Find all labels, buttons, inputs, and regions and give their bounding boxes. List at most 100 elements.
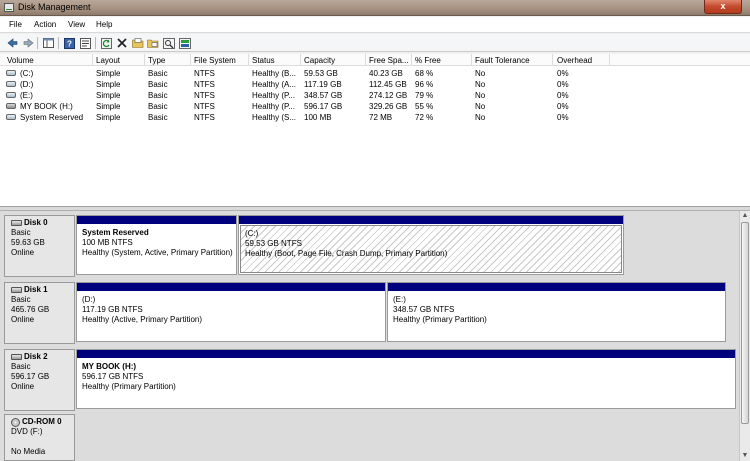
column-divider[interactable] xyxy=(609,54,610,66)
column-divider[interactable] xyxy=(411,54,412,66)
column-divider[interactable] xyxy=(92,54,93,66)
disk-name: CD-ROM 0 xyxy=(22,417,62,426)
column-divider[interactable] xyxy=(248,54,249,66)
column-divider[interactable] xyxy=(300,54,301,66)
partition-name: (E:) xyxy=(393,295,406,304)
back-arrow-icon[interactable] xyxy=(6,37,18,49)
disk-layout-pane: Disk 0 Basic 59.63 GB Online System Rese… xyxy=(0,211,750,461)
refresh-icon[interactable] xyxy=(100,37,112,49)
menu-view[interactable]: View xyxy=(68,20,85,29)
forward-arrow-icon[interactable] xyxy=(22,37,34,49)
partition-h[interactable]: MY BOOK (H:) 596.17 GB NTFS Healthy (Pri… xyxy=(76,349,736,409)
partition-name: (C:) xyxy=(245,229,259,238)
column-divider[interactable] xyxy=(144,54,145,66)
properties-icon[interactable] xyxy=(79,37,91,49)
cell-fault-tolerance: No xyxy=(475,69,486,78)
partition-header-bar xyxy=(77,216,236,224)
table-row[interactable]: System Reserved Simple Basic NTFS Health… xyxy=(0,112,750,123)
disk-status: Online xyxy=(11,315,35,324)
cell-file-system: NTFS xyxy=(194,91,215,100)
cell-type: Basic xyxy=(148,113,168,122)
delete-icon[interactable] xyxy=(116,37,128,49)
disk-1-row: Disk 1 Basic 465.76 GB Online (D:) 117.1… xyxy=(4,282,750,344)
cdrom-0-label[interactable]: CD-ROM 0 DVD (F:) No Media xyxy=(4,414,75,461)
disk-1-label[interactable]: Disk 1 Basic 465.76 GB Online xyxy=(4,282,75,344)
column-divider[interactable] xyxy=(471,54,472,66)
disk-0-label[interactable]: Disk 0 Basic 59.63 GB Online xyxy=(4,215,75,277)
scroll-thumb[interactable] xyxy=(741,222,749,424)
menu-file[interactable]: File xyxy=(9,20,22,29)
table-row[interactable]: (C:) Simple Basic NTFS Healthy (B... 59.… xyxy=(0,68,750,79)
partition-c[interactable]: (C:) 59.53 GB NTFS Healthy (Boot, Page F… xyxy=(238,215,624,275)
table-row[interactable]: (D:) Simple Basic NTFS Healthy (A... 117… xyxy=(0,79,750,90)
close-button[interactable]: x xyxy=(704,0,742,14)
column-status[interactable]: Status xyxy=(252,56,275,65)
cell-capacity: 117.19 GB xyxy=(304,80,342,89)
cell-status: Healthy (P... xyxy=(252,91,295,100)
search-icon[interactable] xyxy=(163,37,175,49)
partition-status: Healthy (Primary Partition) xyxy=(393,315,487,324)
cell-free-space: 329.26 GB xyxy=(369,102,408,111)
column-file-system[interactable]: File System xyxy=(194,56,236,65)
cell-status: Healthy (A... xyxy=(252,80,297,89)
cell-fault-tolerance: No xyxy=(475,113,486,122)
cell-volume: (E:) xyxy=(20,91,33,100)
cell-file-system: NTFS xyxy=(194,102,215,111)
menu-action[interactable]: Action xyxy=(34,20,56,29)
column-fault-tolerance[interactable]: Fault Tolerance xyxy=(475,56,530,65)
cell-free-space: 112.45 GB xyxy=(369,80,407,89)
disk-0-row: Disk 0 Basic 59.63 GB Online System Rese… xyxy=(4,215,750,277)
column-overhead[interactable]: Overhead xyxy=(557,56,592,65)
column-layout[interactable]: Layout xyxy=(96,56,120,65)
menu-help[interactable]: Help xyxy=(96,20,112,29)
cell-volume: MY BOOK (H:) xyxy=(20,102,73,111)
table-row[interactable]: (E:) Simple Basic NTFS Healthy (P... 348… xyxy=(0,90,750,101)
external-drive-icon xyxy=(6,103,16,109)
window-title: Disk Management xyxy=(18,2,91,12)
partition-header-bar xyxy=(77,350,735,358)
cell-free-space: 40.23 GB xyxy=(369,69,403,78)
console-tree-icon[interactable] xyxy=(42,37,54,49)
column-percent-free[interactable]: % Free xyxy=(415,56,441,65)
disk-name: Disk 2 xyxy=(24,352,48,361)
partition-system-reserved[interactable]: System Reserved 100 MB NTFS Healthy (Sys… xyxy=(76,215,237,275)
column-divider[interactable] xyxy=(552,54,553,66)
cd-rom-icon xyxy=(11,417,20,427)
cell-layout: Simple xyxy=(96,102,121,111)
vertical-scrollbar[interactable]: ▲ ▼ xyxy=(739,211,750,461)
partition-d[interactable]: (D:) 117.19 GB NTFS Healthy (Active, Pri… xyxy=(76,282,386,342)
cell-volume: System Reserved xyxy=(20,113,84,122)
column-free-space[interactable]: Free Spa... xyxy=(369,56,409,65)
disk-size: 59.63 GB xyxy=(11,238,45,247)
column-divider[interactable] xyxy=(190,54,191,66)
column-volume[interactable]: Volume xyxy=(7,56,34,65)
table-row[interactable]: MY BOOK (H:) Simple Basic NTFS Healthy (… xyxy=(0,101,750,112)
cell-layout: Simple xyxy=(96,91,121,100)
open-folder-icon[interactable] xyxy=(132,37,144,49)
svg-text:?: ? xyxy=(67,39,72,48)
scroll-down-arrow-icon[interactable]: ▼ xyxy=(741,451,749,461)
partition-e[interactable]: (E:) 348.57 GB NTFS Healthy (Primary Par… xyxy=(387,282,726,342)
rescan-icon[interactable] xyxy=(179,37,191,49)
column-type[interactable]: Type xyxy=(148,56,165,65)
scroll-up-arrow-icon[interactable]: ▲ xyxy=(741,211,749,221)
disk-management-icon xyxy=(4,3,14,12)
cell-type: Basic xyxy=(148,91,168,100)
toolbar: ? xyxy=(0,34,750,52)
partition-size: 596.17 GB NTFS xyxy=(82,372,144,381)
disk-2-label[interactable]: Disk 2 Basic 596.17 GB Online xyxy=(4,349,75,411)
column-capacity[interactable]: Capacity xyxy=(304,56,335,65)
drive-icon xyxy=(6,70,16,76)
help-icon[interactable]: ? xyxy=(63,37,75,49)
cell-type: Basic xyxy=(148,102,168,111)
hard-disk-icon xyxy=(11,287,22,293)
title-bar: Disk Management x xyxy=(0,0,750,16)
cell-capacity: 100 MB xyxy=(304,113,332,122)
cell-overhead: 0% xyxy=(557,102,569,111)
cell-percent-free: 72 % xyxy=(415,113,434,122)
cell-file-system: NTFS xyxy=(194,69,215,78)
cell-volume: (C:) xyxy=(20,69,34,78)
column-divider[interactable] xyxy=(365,54,366,66)
cell-layout: Simple xyxy=(96,80,121,89)
explore-icon[interactable] xyxy=(147,37,159,49)
